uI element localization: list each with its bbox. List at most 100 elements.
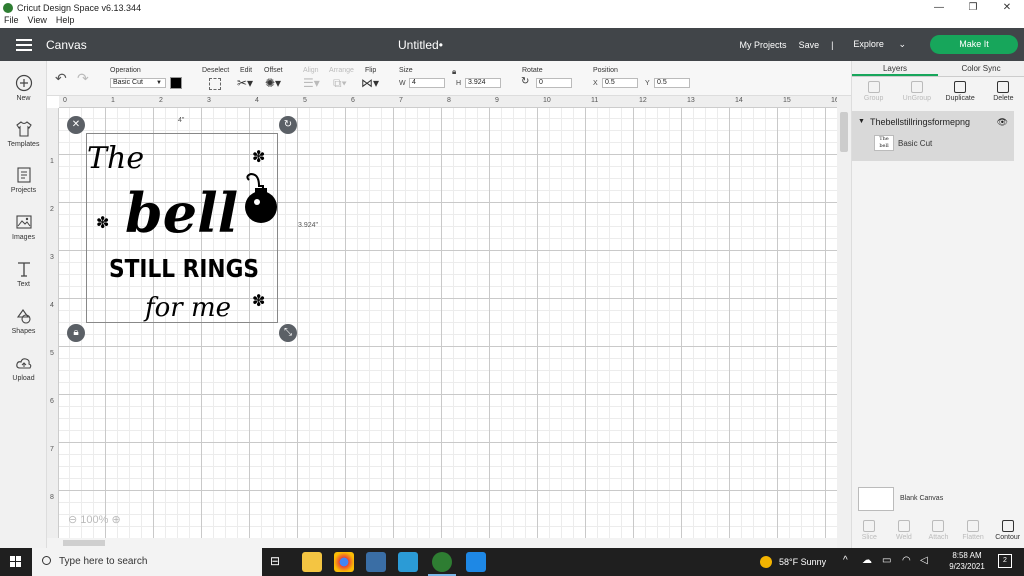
ruler-label-top: 14 bbox=[735, 97, 743, 104]
scissors-icon[interactable]: ✂▾ bbox=[237, 76, 253, 90]
my-projects-link[interactable]: My Projects bbox=[740, 40, 787, 50]
resize-handle-icon[interactable]: ⤡ bbox=[279, 324, 297, 342]
calculator-icon[interactable] bbox=[366, 552, 386, 572]
taskbar-search[interactable]: Type here to search bbox=[32, 548, 262, 576]
scroll-thumb[interactable] bbox=[840, 112, 848, 152]
delete-handle-icon[interactable]: ✕ bbox=[67, 116, 85, 134]
action-label: Delete bbox=[993, 95, 1014, 102]
align-label: Align bbox=[303, 67, 319, 74]
ungroup-button[interactable]: UnGroup bbox=[900, 78, 934, 108]
cloud-icon[interactable]: ☁ bbox=[862, 555, 872, 566]
volume-icon[interactable]: ◁ bbox=[920, 555, 928, 566]
group-button[interactable]: Group bbox=[857, 78, 891, 108]
eye-icon[interactable]: 👁︎ bbox=[997, 117, 1008, 128]
height-dimension-label: 3.924" bbox=[298, 222, 319, 229]
delete-button[interactable]: Delete bbox=[986, 78, 1020, 108]
notification-icon[interactable]: 2 bbox=[998, 554, 1012, 568]
offset-icon[interactable]: ✺▾ bbox=[265, 76, 281, 90]
x-position-input[interactable]: 0.5 bbox=[602, 78, 638, 88]
tab-layers[interactable]: Layers bbox=[852, 61, 938, 76]
sidebar-item-templates[interactable]: Templates bbox=[0, 119, 47, 148]
flip-icon[interactable]: ⋈▾ bbox=[361, 76, 379, 90]
menu-help[interactable]: Help bbox=[56, 15, 75, 28]
rotate-input[interactable]: 0 bbox=[536, 78, 572, 88]
close-window-button[interactable]: ✕ bbox=[990, 0, 1024, 15]
slice-icon bbox=[863, 520, 876, 532]
flatten-button[interactable]: Flatten bbox=[956, 516, 990, 548]
lock-icon[interactable]: 🔒︎ bbox=[452, 67, 456, 77]
network-icon[interactable]: ▭ bbox=[882, 555, 891, 566]
minimize-button[interactable]: — bbox=[922, 0, 956, 15]
sidebar-item-upload[interactable]: Upload bbox=[0, 353, 47, 382]
notes-app-icon[interactable] bbox=[398, 552, 418, 572]
layers-panel: Layers Color Sync Group UnGroup Duplicat… bbox=[851, 61, 1024, 548]
duplicate-button[interactable]: Duplicate bbox=[943, 78, 977, 108]
rotate-handle-icon[interactable]: ↻ bbox=[279, 116, 297, 134]
operation-select[interactable]: Basic Cut ▼ bbox=[110, 78, 166, 88]
remote-app-icon[interactable] bbox=[466, 552, 486, 572]
taskbar-clock[interactable]: 8:58 AM 9/23/2021 bbox=[942, 550, 992, 572]
lock-handle-icon[interactable]: 🔒︎ bbox=[67, 324, 85, 342]
deselect-button[interactable] bbox=[209, 78, 221, 90]
vertical-scrollbar[interactable] bbox=[837, 96, 851, 548]
ruler-label-left: 8 bbox=[50, 494, 54, 501]
wifi-icon[interactable]: ◠ bbox=[902, 555, 911, 566]
windows-start-icon[interactable] bbox=[10, 556, 22, 568]
ruler-label-top: 4 bbox=[255, 97, 259, 104]
blank-canvas-swatch[interactable] bbox=[858, 487, 894, 511]
scroll-thumb[interactable] bbox=[63, 540, 105, 546]
height-input[interactable]: 3.924 bbox=[465, 78, 501, 88]
ruler-label-top: 13 bbox=[687, 97, 695, 104]
ruler-label-top: 0 bbox=[63, 97, 67, 104]
ruler-label-top: 6 bbox=[351, 97, 355, 104]
sidebar-item-text[interactable]: Text bbox=[0, 259, 47, 288]
cricut-taskbar-icon[interactable] bbox=[432, 552, 452, 572]
sidebar-item-images[interactable]: Images bbox=[0, 212, 47, 241]
action-label: Group bbox=[863, 95, 884, 102]
undo-icon[interactable]: ↶ bbox=[55, 70, 67, 87]
caret-down-icon[interactable]: ▼ bbox=[858, 118, 865, 125]
horizontal-scrollbar[interactable] bbox=[47, 538, 837, 548]
arrange-label: Arrange bbox=[329, 67, 354, 74]
tab-color-sync[interactable]: Color Sync bbox=[938, 61, 1024, 76]
zoom-level[interactable]: ⊖ 100% ⊕ bbox=[68, 513, 121, 526]
shapes-icon bbox=[14, 306, 34, 326]
attach-button[interactable]: Attach bbox=[921, 516, 955, 548]
ruler-label-top: 10 bbox=[543, 97, 551, 104]
document-title[interactable]: Untitled• bbox=[398, 38, 443, 52]
file-explorer-icon[interactable] bbox=[302, 552, 322, 572]
menu-file[interactable]: File bbox=[4, 15, 19, 28]
sidebar-item-new[interactable]: New bbox=[0, 73, 47, 102]
y-position-input[interactable]: 0.5 bbox=[654, 78, 690, 88]
chrome-icon[interactable] bbox=[334, 552, 354, 572]
explore-menu[interactable]: Explore ⌄ bbox=[853, 39, 918, 50]
action-label: UnGroup bbox=[902, 95, 932, 102]
selected-design[interactable]: The bell STILL RINGS for me ✽ ✽ ✽ bbox=[86, 133, 278, 323]
save-button[interactable]: Save bbox=[799, 40, 820, 50]
chevron-up-icon[interactable]: ^ bbox=[843, 555, 848, 566]
snowflake-icon: ✽ bbox=[252, 147, 265, 166]
color-swatch[interactable] bbox=[170, 77, 182, 89]
y-label: Y bbox=[645, 80, 650, 87]
weather-text[interactable]: 58°F Sunny bbox=[779, 557, 826, 567]
weld-button[interactable]: Weld bbox=[887, 516, 921, 548]
task-view-icon[interactable]: ⊟ bbox=[270, 554, 280, 568]
menu-view[interactable]: View bbox=[28, 15, 47, 28]
redo-icon[interactable]: ↷ bbox=[77, 70, 89, 87]
layer-group[interactable]: ▼ Thebellstillringsformepng 👁︎ The bell … bbox=[852, 111, 1014, 161]
contour-button[interactable]: Contour bbox=[991, 516, 1024, 548]
ruler-label-left: 4 bbox=[50, 302, 54, 309]
maximize-button[interactable]: ❐ bbox=[956, 0, 990, 15]
width-input[interactable]: 4 bbox=[409, 78, 445, 88]
arrange-icon[interactable]: ⧉▾ bbox=[333, 76, 347, 91]
edit-label: Edit bbox=[240, 67, 253, 74]
slice-button[interactable]: Slice bbox=[852, 516, 886, 548]
sidebar-item-projects[interactable]: Projects bbox=[0, 165, 47, 194]
make-it-button[interactable]: Make It bbox=[930, 35, 1018, 54]
align-icon[interactable]: ☰▾ bbox=[303, 76, 320, 90]
sidebar-item-shapes[interactable]: Shapes bbox=[0, 306, 47, 335]
sun-icon[interactable] bbox=[760, 556, 772, 568]
action-label: Duplicate bbox=[945, 95, 975, 102]
hamburger-menu-icon[interactable] bbox=[16, 38, 32, 51]
chevron-down-icon: ⌄ bbox=[898, 39, 906, 49]
